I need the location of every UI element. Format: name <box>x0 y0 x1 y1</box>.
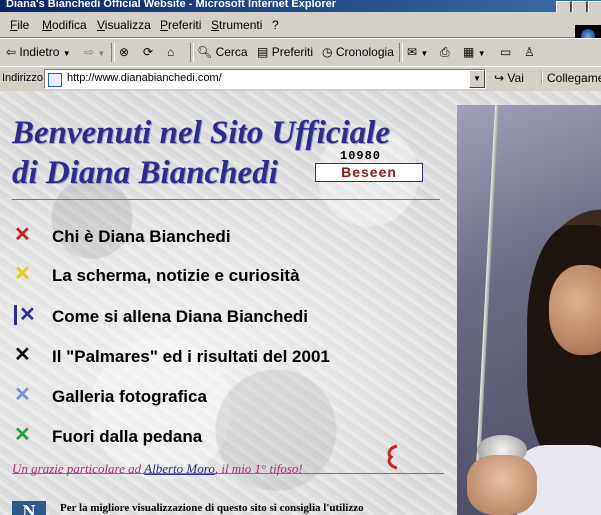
thanks-text: Un grazie particolare ad Alberto Moro, i… <box>12 460 342 477</box>
thanks-prefix: Un grazie particolare ad <box>12 461 145 476</box>
nav-label: Galleria fotografica <box>52 387 207 406</box>
messenger-button[interactable]: ♙ <box>524 45 535 59</box>
minimize-button[interactable] <box>556 1 571 12</box>
menu-modifica[interactable]: Modifica <box>42 18 87 32</box>
page-content: Benvenuti nel Sito Ufficiale di Diana Bi… <box>0 91 601 515</box>
x-cross-icon: ✕ <box>14 424 31 446</box>
messenger-icon: ♙ <box>524 45 535 59</box>
chevron-down-icon[interactable]: ▼ <box>478 49 486 58</box>
page-icon <box>48 73 62 87</box>
go-button[interactable]: ↪ Vai <box>494 71 524 85</box>
x-cross-icon: ✕ <box>14 305 39 325</box>
nav-label: Come si allena Diana Bianchedi <box>52 307 309 326</box>
print-button[interactable]: ⎙ <box>440 45 450 60</box>
address-url[interactable]: http://www.dianabianchedi.com/ <box>67 72 222 84</box>
beseen-badge[interactable]: Beseen <box>315 163 423 182</box>
toolbar-separator <box>190 43 194 62</box>
visit-counter: 10980 <box>340 149 382 163</box>
stop-button[interactable]: ⊗ <box>119 45 129 59</box>
menu-bar: File Modifica Visualizza Preferiti Strum… <box>0 13 601 49</box>
forward-button[interactable]: ⇨ ▼ <box>84 45 105 59</box>
nav-label: Chi è Diana Bianchedi <box>52 227 231 246</box>
search-button[interactable]: 🔍︎ Cerca <box>197 45 248 59</box>
history-icon: ◷ <box>322 45 333 59</box>
toolbar-separator <box>399 43 403 62</box>
mail-button[interactable]: ✉ ▼ <box>407 45 428 59</box>
menu-file[interactable]: File <box>10 18 29 32</box>
red-curl-icon <box>387 444 398 470</box>
address-label: Indirizzo <box>2 72 43 84</box>
go-label: Vai <box>507 71 524 85</box>
toolbar-separator <box>111 43 115 62</box>
back-label: Indietro <box>19 45 60 59</box>
nav-label: Il "Palmares" ed i risultati del 2001 <box>52 347 330 366</box>
menu-help[interactable]: ? <box>272 18 279 32</box>
home-button[interactable]: ⌂ <box>167 45 174 59</box>
chevron-down-icon[interactable]: ▼ <box>420 49 428 58</box>
refresh-button[interactable]: ⟳ <box>143 45 153 59</box>
stop-icon: ⊗ <box>119 45 130 59</box>
search-label: Cerca <box>215 45 248 59</box>
home-icon: ⌂ <box>167 45 175 59</box>
chevron-down-icon[interactable]: ▼ <box>63 49 71 58</box>
toolbar: ⇦ Indietro ▼ ⇨ ▼ ⊗ ⟳ ⌂ 🔍︎ Cerca ▤ Prefer… <box>0 38 601 67</box>
window-title: Diana's Bianchedi Official Website - Mic… <box>6 0 337 10</box>
favorites-folder-icon: ▤ <box>257 45 269 59</box>
nav-label: La scherma, notizie e curiosità <box>52 266 300 285</box>
x-cross-icon: ✕ <box>14 384 31 406</box>
forward-arrow-icon: ⇨ <box>84 45 95 59</box>
chevron-down-icon[interactable]: ▼ <box>97 49 105 58</box>
discuss-icon: ▭ <box>500 45 512 59</box>
diana-photo <box>457 105 601 515</box>
thanks-suffix: , il mio 1° tifoso! <box>214 461 303 476</box>
x-cross-icon: ✕ <box>14 224 31 246</box>
refresh-icon: ⟳ <box>143 45 154 59</box>
address-input[interactable]: http://www.dianabianchedi.com/ ▼ <box>44 69 486 89</box>
address-dropdown-button[interactable]: ▼ <box>469 70 485 88</box>
discuss-button[interactable]: ▭ <box>500 45 511 59</box>
back-arrow-icon: ⇦ <box>6 45 17 59</box>
favorites-label: Preferiti <box>271 45 314 59</box>
edit-icon: ▦ <box>463 45 475 59</box>
back-button[interactable]: ⇦ Indietro ▼ <box>6 45 71 59</box>
go-arrow-icon: ↪ <box>494 71 505 85</box>
best-view-note: Per la migliore visualizzazione di quest… <box>60 502 364 514</box>
edit-button[interactable]: ▦ ▼ <box>463 45 486 59</box>
close-button[interactable] <box>588 1 601 12</box>
x-cross-icon: ✕ <box>14 263 31 285</box>
mail-icon: ✉ <box>407 45 418 59</box>
address-bar: Indirizzo http://www.dianabianchedi.com/… <box>0 66 601 92</box>
favorites-button[interactable]: ▤ Preferiti <box>257 45 313 59</box>
menu-visualizza[interactable]: Visualizza <box>97 18 151 32</box>
x-cross-icon: ✕ <box>14 344 31 366</box>
window-title-bar: Diana's Bianchedi Official Website - Mic… <box>0 0 601 12</box>
menu-strumenti[interactable]: Strumenti <box>211 18 262 32</box>
nav-label: Fuori dalla pedana <box>52 427 203 446</box>
history-label: Cronologia <box>335 45 394 59</box>
alberto-moro-link[interactable]: Alberto Moro <box>144 461 215 476</box>
title-line-1: Benvenuti nel Sito Ufficiale <box>12 115 390 151</box>
menu-preferiti[interactable]: Preferiti <box>160 18 201 32</box>
links-toolbar[interactable]: Collegamenti <box>541 71 601 85</box>
printer-icon: ⎙ <box>440 45 450 59</box>
search-icon: 🔍︎ <box>197 45 213 59</box>
divider <box>12 199 440 200</box>
netscape-n-icon[interactable]: N <box>12 501 46 515</box>
maximize-button[interactable] <box>572 1 587 12</box>
history-button[interactable]: ◷ Cronologia <box>322 45 394 59</box>
